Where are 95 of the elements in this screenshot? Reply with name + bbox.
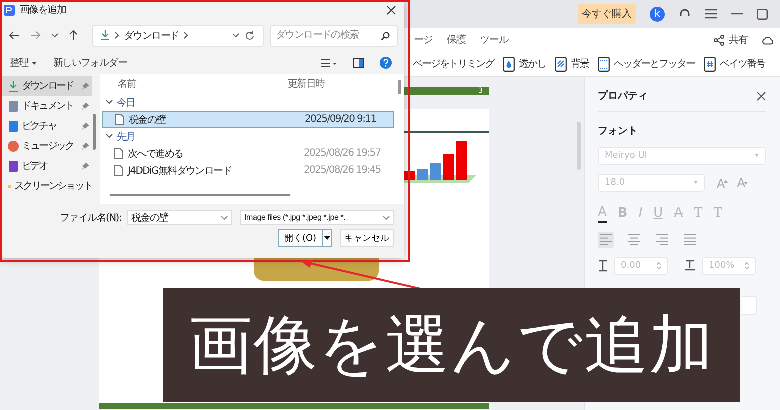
- file-name: J4DDiG無料ダウンロード: [128, 164, 234, 178]
- file-date: 2025/08/26 19:45: [304, 165, 381, 176]
- close-icon[interactable]: [757, 92, 766, 100]
- chevron-down-icon[interactable]: [106, 100, 113, 105]
- download-icon: [8, 80, 19, 92]
- nav-item[interactable]: スクリーンショット: [0, 176, 92, 196]
- close-icon[interactable]: [387, 6, 396, 14]
- toolbar-button[interactable]: ベイツ番号: [720, 57, 765, 71]
- character-spacing-icon: [684, 260, 696, 272]
- file-icon: [115, 114, 124, 125]
- pin-icon[interactable]: [82, 82, 89, 90]
- file-date: 2025/09/20 9:11: [305, 114, 376, 125]
- file-icon: [114, 165, 123, 176]
- number-icon[interactable]: [704, 56, 716, 72]
- share-icon[interactable]: [714, 34, 725, 46]
- file-icon: [114, 148, 123, 159]
- scrollbar[interactable]: [398, 80, 401, 94]
- preview-pane-icon[interactable]: [353, 58, 364, 68]
- menu-icon[interactable]: [705, 9, 717, 19]
- pin-icon[interactable]: [82, 122, 89, 130]
- download-icon: [101, 30, 110, 41]
- caret-icon[interactable]: [32, 62, 38, 64]
- field-label: ファイル名(N):: [60, 212, 122, 224]
- refresh-icon[interactable]: [245, 30, 255, 40]
- panel-title: プロパティ: [598, 89, 648, 103]
- up-arrow-icon[interactable]: [69, 30, 78, 41]
- chevron-down-icon[interactable]: [232, 33, 240, 38]
- search-icon: [381, 32, 390, 40]
- app-icon: [4, 4, 15, 16]
- group-header[interactable]: 今日: [117, 96, 136, 110]
- music-icon: [8, 140, 19, 152]
- file-row[interactable]: 税金の壁 2025/09/20 9:11: [102, 111, 394, 128]
- open-button[interactable]: 開く(O): [278, 229, 322, 247]
- chevron-down-icon[interactable]: [51, 33, 59, 38]
- toolbar-button[interactable]: 透かし: [519, 57, 546, 71]
- organize-menu[interactable]: 整理: [10, 56, 28, 70]
- nav-item[interactable]: ミュージック: [0, 136, 92, 156]
- toolbar-button[interactable]: ヘッダーとフッター: [614, 57, 695, 71]
- video-icon: [8, 160, 19, 172]
- nav-item[interactable]: ピクチャ: [0, 116, 92, 136]
- water-drop-icon[interactable]: [503, 56, 515, 72]
- file-row[interactable]: J4DDiG無料ダウンロード 2025/08/26 19:45: [102, 162, 394, 179]
- nav-item[interactable]: ドキュメント: [0, 96, 92, 116]
- dialog-title: 画像を追加: [20, 4, 66, 17]
- spin-field[interactable]: [742, 296, 757, 315]
- nav-item[interactable]: ダウンロード: [0, 76, 92, 96]
- share-button[interactable]: 共有: [729, 33, 748, 47]
- help-icon[interactable]: [380, 57, 392, 69]
- new-folder-button[interactable]: 新しいフォルダー: [53, 56, 128, 70]
- pin-icon[interactable]: [82, 142, 89, 150]
- pin-icon[interactable]: [82, 102, 89, 110]
- cancel-button[interactable]: キャンセル: [340, 229, 394, 247]
- user-avatar[interactable]: k: [650, 6, 665, 22]
- column-header[interactable]: 名前: [118, 77, 288, 91]
- document-icon: [8, 100, 19, 112]
- chevron-right-icon[interactable]: [115, 32, 119, 39]
- file-name: 次へで進める: [128, 148, 184, 160]
- column-header[interactable]: 更新日時: [288, 77, 325, 91]
- menu-tab[interactable]: ツール: [480, 33, 508, 47]
- forward-arrow-icon[interactable]: [30, 31, 41, 40]
- scrollbar[interactable]: [93, 114, 96, 150]
- breadcrumb[interactable]: ダウンロード: [124, 28, 180, 42]
- toolbar-button[interactable]: 背景: [571, 57, 589, 71]
- menu-tab[interactable]: ージ: [414, 33, 433, 47]
- file-row[interactable]: 次へで進める 2025/08/26 19:57: [102, 145, 394, 162]
- nav-item[interactable]: ビデオ: [0, 156, 92, 176]
- section-title: フォント: [598, 125, 639, 138]
- open-dropdown-button[interactable]: [322, 229, 332, 247]
- scrollbar[interactable]: [110, 194, 290, 196]
- maximize-icon[interactable]: [757, 8, 768, 20]
- file-date: 2025/08/26 19:57: [304, 148, 381, 159]
- address-bar[interactable]: ダウンロード: [92, 24, 264, 46]
- minimize-icon[interactable]: [731, 13, 743, 15]
- toolbar-button[interactable]: ページをトリミング: [413, 57, 494, 71]
- header-footer-icon[interactable]: [598, 56, 610, 72]
- picture-icon: [8, 120, 19, 132]
- group-header[interactable]: 先月: [117, 130, 136, 144]
- background-icon[interactable]: [555, 56, 567, 72]
- caption: 画像を選んで追加: [163, 288, 740, 402]
- menu-tab[interactable]: 保護: [447, 33, 466, 47]
- caret-icon: [324, 236, 330, 240]
- cloud-icon[interactable]: [762, 36, 774, 44]
- chevron-right-icon[interactable]: [184, 32, 188, 39]
- line-spacing-icon: [598, 260, 608, 272]
- filename-field[interactable]: 税金の壁: [127, 210, 232, 225]
- pin-icon[interactable]: [82, 162, 89, 170]
- buy-now-button[interactable]: 今すぐ購入: [578, 4, 636, 24]
- chevron-down-icon[interactable]: [221, 216, 228, 220]
- view-list-icon[interactable]: [321, 58, 337, 68]
- back-arrow-icon[interactable]: [9, 31, 20, 40]
- search-field[interactable]: ダウンロードの検索: [270, 24, 398, 46]
- file-type-dropdown[interactable]: Image files (*.jpg *.jpeg *.jpe *.: [240, 210, 394, 225]
- chevron-down-icon: [383, 216, 390, 220]
- file-name: 税金の壁: [129, 114, 167, 126]
- chevron-down-icon[interactable]: [106, 134, 113, 139]
